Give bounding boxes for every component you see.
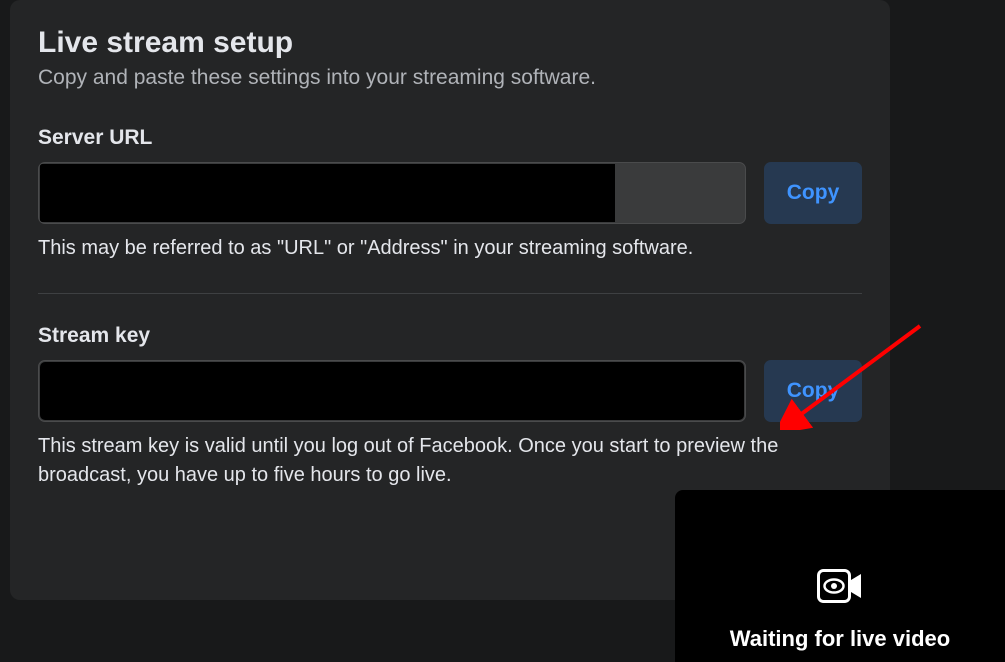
panel-title: Live stream setup	[38, 26, 862, 60]
server-url-section: Server URL Copy This may be referred to …	[38, 126, 862, 263]
redaction-block	[40, 362, 744, 420]
stream-key-row: Copy	[38, 360, 862, 422]
server-url-label: Server URL	[38, 126, 862, 150]
stream-key-label: Stream key	[38, 324, 862, 348]
stream-key-section: Stream key Copy This stream key is valid…	[38, 324, 862, 490]
server-url-help: This may be referred to as "URL" or "Add…	[38, 234, 862, 263]
preview-status-text: Waiting for live video	[730, 626, 950, 652]
stream-key-help: This stream key is valid until you log o…	[38, 432, 862, 490]
copy-stream-key-button[interactable]: Copy	[764, 360, 862, 422]
copy-server-url-button[interactable]: Copy	[764, 162, 862, 224]
live-preview-card: Waiting for live video	[675, 490, 1005, 662]
redaction-block	[40, 164, 615, 222]
divider	[38, 293, 862, 294]
stream-key-input[interactable]	[38, 360, 746, 422]
server-url-row: Copy	[38, 162, 862, 224]
server-url-input[interactable]	[38, 162, 746, 224]
camera-eye-icon	[817, 569, 863, 608]
panel-subtitle: Copy and paste these settings into your …	[38, 66, 862, 90]
